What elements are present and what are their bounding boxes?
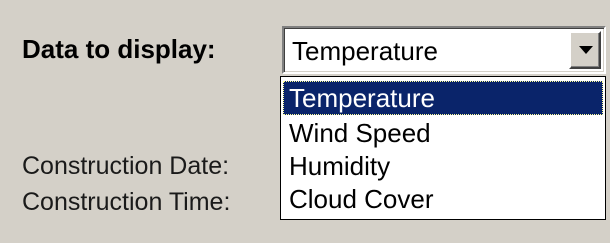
data-to-display-select[interactable]: Temperature <box>282 26 606 74</box>
data-to-display-label: Data to display: <box>22 34 216 64</box>
option-humidity[interactable]: Humidity <box>283 149 603 183</box>
option-temperature[interactable]: Temperature <box>283 81 603 115</box>
chevron-down-icon <box>579 46 593 54</box>
option-cloud-cover[interactable]: Cloud Cover <box>283 182 603 216</box>
selected-value: Temperature <box>292 36 438 66</box>
construction-time-label: Construction Time: <box>22 188 231 216</box>
construction-date-label: Construction Date: <box>22 152 230 180</box>
option-wind-speed[interactable]: Wind Speed <box>283 116 603 150</box>
settings-panel: Data to display: Construction Date: Cons… <box>0 0 610 243</box>
dropdown-list: Temperature Wind Speed Humidity Cloud Co… <box>280 76 606 220</box>
dropdown-button[interactable] <box>569 31 601 69</box>
